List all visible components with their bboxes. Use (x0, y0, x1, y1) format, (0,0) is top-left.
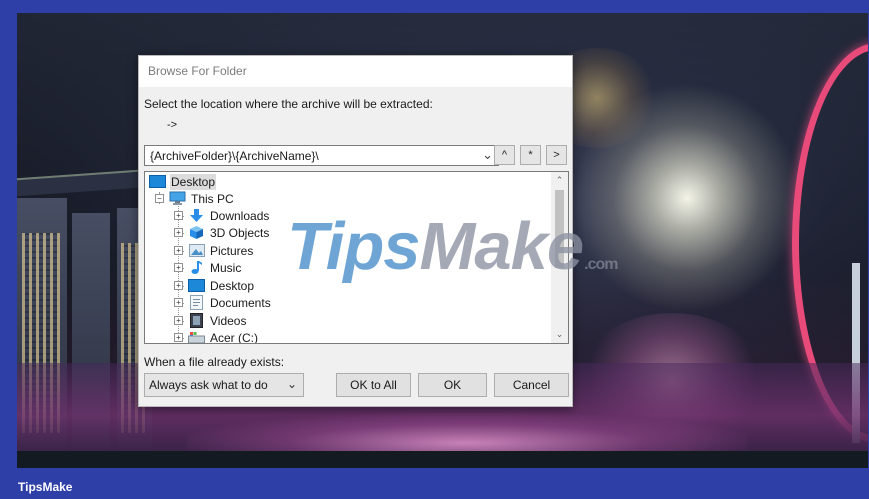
expand-toggle-icon[interactable]: + (174, 246, 183, 255)
downloads-icon (188, 208, 205, 223)
tree-item-acer-c[interactable]: + Acer (C:) (174, 329, 259, 344)
tree-item-label: Acer (C:) (210, 330, 258, 344)
file-exists-value: Always ask what to do (149, 378, 268, 392)
next-button[interactable]: > (546, 145, 567, 165)
music-icon (188, 260, 205, 275)
computer-icon (169, 191, 186, 206)
tree-item-3d-objects[interactable]: + 3D Objects (174, 224, 270, 241)
tree-item-desktop[interactable]: + Desktop (174, 277, 255, 294)
expand-toggle-icon[interactable]: + (174, 333, 183, 342)
expand-toggle-icon[interactable]: + (174, 228, 183, 237)
file-exists-label: When a file already exists: (144, 355, 285, 369)
chevron-down-icon[interactable]: ⌄ (482, 147, 493, 163)
favorites-button[interactable]: * (520, 145, 541, 165)
destination-path-value: {ArchiveFolder}\{ArchiveName}\ (150, 149, 319, 163)
up-folder-button[interactable]: ^ (494, 145, 515, 165)
cancel-button[interactable]: Cancel (494, 373, 569, 397)
destination-arrow: -> (167, 119, 178, 131)
destination-path-combobox[interactable]: {ArchiveFolder}\{ArchiveName}\ ⌄ (144, 145, 499, 166)
tipsmake-watermark: TipsMake.com (287, 213, 618, 280)
watermark-part2: Make (419, 209, 585, 284)
expand-toggle-icon[interactable]: + (174, 316, 183, 325)
tree-item-label: Downloads (210, 208, 270, 223)
dialog-title: Browse For Folder (139, 56, 572, 87)
ok-button[interactable]: OK (418, 373, 487, 397)
chevron-down-icon[interactable]: ⌄ (551, 326, 568, 343)
tree-item-label: Pictures (210, 243, 254, 258)
tree-item-pictures[interactable]: + Pictures (174, 242, 254, 259)
expand-toggle-icon[interactable]: + (174, 298, 183, 307)
chevron-down-icon[interactable]: ⌄ (287, 377, 297, 391)
tree-item-videos[interactable]: + Videos (174, 312, 247, 329)
tree-item-label: This PC (191, 191, 234, 206)
expand-toggle-icon[interactable]: + (174, 263, 183, 272)
tree-item-documents[interactable]: + Documents (174, 294, 272, 311)
tree-item-label: 3D Objects (210, 225, 270, 240)
desktop-icon (188, 278, 205, 293)
videos-icon (188, 313, 205, 328)
tree-item-music[interactable]: + Music (174, 259, 242, 276)
watermark-part1: Tips (287, 209, 421, 284)
brand-label: TipsMake (18, 480, 73, 494)
tree-item-label: Music (210, 260, 242, 275)
watermark-suffix: .com (584, 256, 618, 273)
desktop-icon (149, 174, 166, 189)
pictures-icon (188, 243, 205, 258)
file-exists-select[interactable]: Always ask what to do ⌄ (144, 373, 304, 397)
tree-item-label: Desktop (170, 173, 217, 190)
ground (17, 451, 868, 468)
chevron-up-icon[interactable]: ⌃ (551, 172, 568, 189)
3d-objects-icon (188, 225, 205, 240)
dialog-prompt: Select the location where the archive wi… (144, 97, 433, 111)
tree-item-label: Videos (210, 313, 247, 328)
tree-item-label: Documents (210, 295, 271, 310)
collapse-toggle-icon[interactable]: − (155, 194, 164, 203)
documents-icon (188, 295, 205, 310)
tree-item-this-pc[interactable]: − This PC (155, 190, 235, 207)
tree-item-downloads[interactable]: + Downloads (174, 207, 270, 224)
ok-to-all-button[interactable]: OK to All (336, 373, 411, 397)
expand-toggle-icon[interactable]: + (174, 211, 183, 220)
expand-toggle-icon[interactable]: + (174, 281, 183, 290)
tree-item-desktop-root[interactable]: Desktop (149, 173, 217, 190)
drive-icon (188, 330, 205, 343)
tree-item-label: Desktop (210, 278, 255, 293)
